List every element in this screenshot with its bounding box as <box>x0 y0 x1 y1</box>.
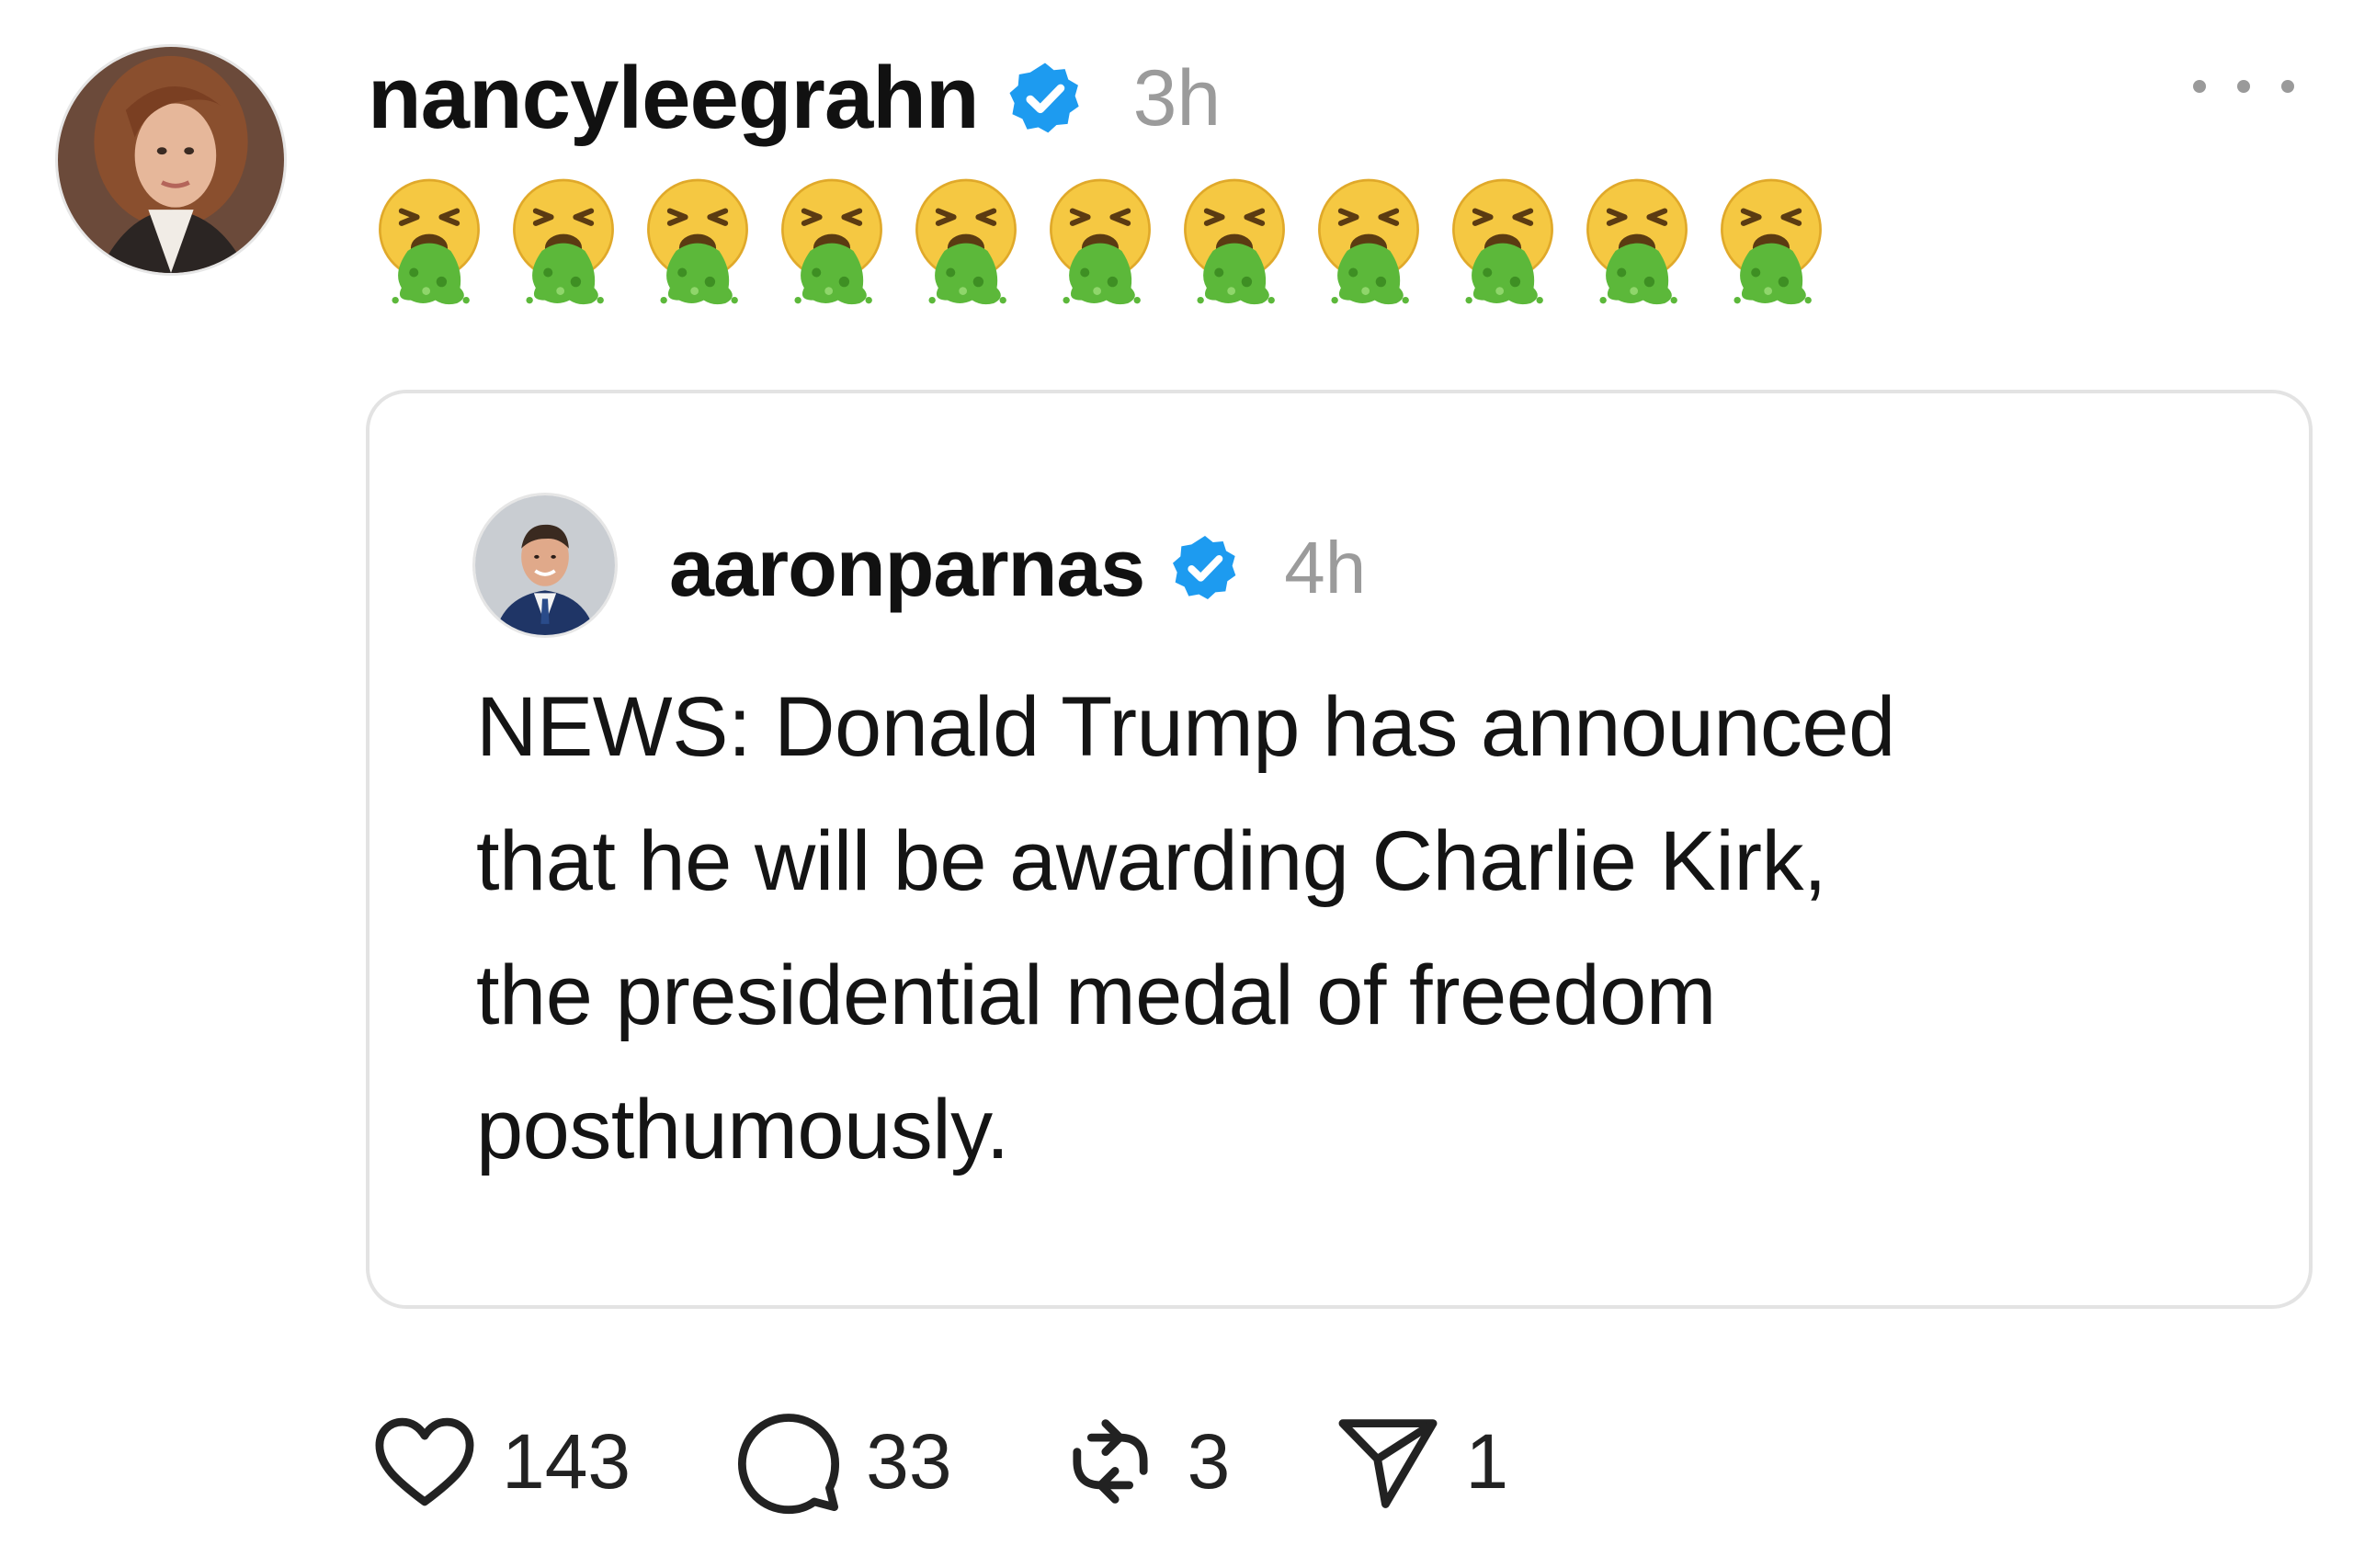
quoted-author-username[interactable]: aaronparnas <box>669 521 1145 615</box>
post-text <box>368 173 1844 311</box>
like-count: 143 <box>502 1417 631 1505</box>
repost-count: 3 <box>1187 1417 1231 1505</box>
quoted-post-card[interactable]: aaronparnas 4h NEWS: Donald Trump has an… <box>366 390 2313 1309</box>
profile-photo-man-icon <box>475 495 615 635</box>
author-avatar[interactable] <box>55 44 287 276</box>
quoted-text-line: that he will be awarding Charlie Kirk, <box>476 814 1827 908</box>
quoted-text-line: NEWS: Donald Trump has announced <box>476 680 1895 774</box>
share-button[interactable]: 1 <box>1331 1404 1508 1518</box>
vomiting-face-emoji-icon <box>1721 178 1822 305</box>
post-actions: 143 33 3 1 <box>368 1397 1609 1526</box>
quoted-post-text: NEWS: Donald Trump has announced that he… <box>476 660 2241 1197</box>
vomiting-face-emoji-icon <box>1184 178 1285 305</box>
like-button[interactable]: 143 <box>368 1404 631 1518</box>
send-icon <box>1338 1419 1438 1508</box>
share-count: 1 <box>1465 1417 1509 1505</box>
vomiting-face-emoji-icon <box>1050 178 1151 305</box>
vomiting-face-emoji-icon <box>647 178 748 305</box>
more-options-icon[interactable] <box>2193 68 2294 105</box>
quoted-text-line: posthumously. <box>476 1083 1009 1176</box>
comment-icon <box>738 1414 840 1515</box>
verified-badge-icon <box>1009 62 1079 133</box>
profile-photo-woman-icon <box>58 47 284 273</box>
vomiting-face-emoji-icon <box>379 178 480 305</box>
vomiting-face-emoji-icon <box>1452 178 1553 305</box>
thread-post: nancyleegrahn 3h aaronparnas 4h NEWS: Do… <box>0 0 2353 1568</box>
reply-button[interactable]: 33 <box>732 1404 952 1518</box>
post-header: nancyleegrahn 3h <box>368 39 1221 158</box>
quoted-post-header: aaronparnas 4h <box>669 513 1366 623</box>
vomiting-face-emoji-icon <box>781 178 882 305</box>
repost-button[interactable]: 3 <box>1053 1404 1231 1518</box>
repost-icon <box>1073 1419 1148 1504</box>
vomiting-face-emoji-icon <box>1586 178 1688 305</box>
reply-count: 33 <box>866 1417 952 1505</box>
quoted-post-timestamp: 4h <box>1284 527 1367 608</box>
heart-icon <box>375 1417 474 1506</box>
author-username[interactable]: nancyleegrahn <box>368 48 980 149</box>
vomiting-face-emoji-icon <box>1318 178 1419 305</box>
quoted-author-avatar[interactable] <box>472 493 618 638</box>
post-timestamp: 3h <box>1132 53 1222 142</box>
vomiting-face-emoji-icon <box>513 178 614 305</box>
verified-badge-icon <box>1173 536 1236 599</box>
vomiting-face-emoji-icon <box>915 178 1017 305</box>
quoted-text-line: the presidential medal of freedom <box>476 949 1716 1042</box>
